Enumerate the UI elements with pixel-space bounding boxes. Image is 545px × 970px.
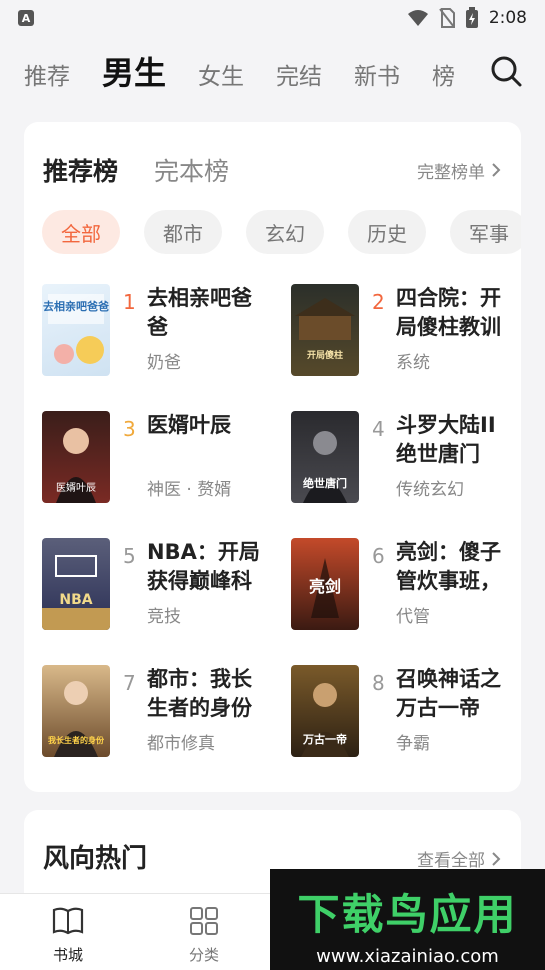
- battery-charging-icon: [465, 7, 478, 28]
- nav-category-label: 分类: [188, 946, 219, 964]
- book-tag: 都市修真: [147, 734, 215, 754]
- nav-bookstore-label: 书城: [52, 946, 83, 964]
- cover-title: 万古一帝: [302, 732, 347, 746]
- tab-female[interactable]: 女生: [198, 57, 244, 91]
- rank-number: 6: [372, 544, 385, 568]
- rank-number: 2: [372, 290, 385, 314]
- nav-bookstore[interactable]: 书城: [28, 906, 108, 965]
- book-tag: 代管: [396, 607, 430, 627]
- book-cover: 去相亲吧爸爸: [42, 284, 110, 376]
- cover-art: 医婿叶辰: [56, 428, 96, 503]
- tab-ranking[interactable]: 榜: [432, 57, 455, 91]
- tab-finished-ranking[interactable]: 完本榜: [154, 152, 229, 188]
- book-item[interactable]: 万古一帝 8 召唤神话之万古一帝 争霸: [291, 665, 521, 757]
- rank-number: 8: [372, 671, 385, 695]
- book-cover: NBA: [42, 538, 110, 630]
- rank-number: 5: [123, 544, 136, 568]
- book-item[interactable]: 开局傻柱 2 四合院：开局傻柱教训 系统: [291, 284, 521, 376]
- watermark-url: www.xiazainiao.com: [316, 946, 499, 967]
- nav-category[interactable]: 分类: [164, 906, 244, 965]
- cover-art: 开局傻柱: [295, 298, 355, 361]
- cover-art: 亮剑: [309, 558, 341, 618]
- clock: 2:08: [488, 8, 527, 28]
- category-chips: 全部 都市 玄幻 历史 军事: [42, 210, 521, 254]
- book-tag: 传统玄幻: [396, 480, 464, 500]
- hot-trends-title: 风向热门: [43, 844, 148, 874]
- book-tag: 竞技: [147, 607, 181, 627]
- book-tag: 争霸: [396, 734, 430, 754]
- rank-number: 1: [123, 290, 136, 314]
- book-item[interactable]: 我长生者的身份 7 都市：我长生者的身份 都市修真: [42, 665, 272, 757]
- book-cover: 开局傻柱: [291, 284, 359, 376]
- book-item[interactable]: NBA 5 NBA：开局获得巅峰科 竞技: [42, 538, 272, 630]
- book-tag: 神医 · 赘婿: [147, 480, 232, 500]
- ranking-header: 推荐榜 完本榜 完整榜单: [43, 150, 501, 190]
- chip-urban[interactable]: 都市: [144, 210, 222, 254]
- rank-number: 4: [372, 417, 385, 441]
- full-ranking-label: 完整榜单: [417, 162, 485, 183]
- channel-tabs: 推荐 男生 女生 完结 新书 榜: [0, 48, 470, 94]
- cover-art: 我长生者的身份: [48, 681, 105, 757]
- tab-recommend-ranking[interactable]: 推荐榜: [43, 152, 118, 188]
- cover-title: 绝世唐门: [303, 476, 347, 490]
- book-tag: 奶爸: [147, 353, 181, 373]
- book-item[interactable]: 绝世唐门 4 斗罗大陆II绝世唐门 传统玄幻: [291, 411, 521, 503]
- tab-male[interactable]: 男生: [102, 48, 166, 94]
- book-title: 都市：我长生者的身份: [147, 667, 252, 720]
- wifi-icon: [407, 10, 428, 26]
- grid-icon: [190, 907, 218, 935]
- cover-art: NBA: [42, 555, 110, 630]
- cover-title: 我长生者的身份: [48, 735, 105, 745]
- tab-recommend[interactable]: 推荐: [24, 57, 70, 91]
- no-sim-icon: [439, 8, 455, 28]
- chip-fantasy[interactable]: 玄幻: [246, 210, 324, 254]
- book-title: 亮剑：傻子管炊事班，: [396, 540, 501, 593]
- chip-military[interactable]: 军事: [450, 210, 521, 254]
- chevron-right-icon: [492, 851, 501, 866]
- book-title: 去相亲吧爸爸: [147, 286, 252, 339]
- tab-new-books[interactable]: 新书: [354, 57, 400, 91]
- book-cover: 我长生者的身份: [42, 665, 110, 757]
- watermark-title: 下载鸟应用: [297, 890, 518, 939]
- book-title: 四合院：开局傻柱教训: [396, 286, 501, 339]
- status-bar: A 2:08: [0, 0, 545, 36]
- tab-finished[interactable]: 完结: [276, 57, 322, 91]
- cover-title: 亮剑: [309, 577, 341, 596]
- book-title: 斗罗大陆II绝世唐门: [396, 413, 496, 466]
- app-badge-icon: A: [18, 10, 34, 26]
- book-cover: 绝世唐门: [291, 411, 359, 503]
- book-cover: 万古一帝: [291, 665, 359, 757]
- full-ranking-link[interactable]: 完整榜单: [417, 158, 501, 183]
- watermark-banner: 下载鸟应用 www.xiazainiao.com: [270, 869, 545, 970]
- book-title: 医婿叶辰: [147, 413, 231, 437]
- top-nav: 推荐 男生 女生 完结 新书 榜: [0, 42, 545, 100]
- status-icons: 2:08: [407, 7, 527, 29]
- book-cover: 亮剑: [291, 538, 359, 630]
- cover-art: 去相亲吧爸爸: [43, 294, 109, 364]
- book-item[interactable]: 去相亲吧爸爸 1 去相亲吧爸爸 奶爸: [42, 284, 272, 376]
- cover-art: 万古一帝: [301, 683, 349, 757]
- book-item[interactable]: 亮剑 6 亮剑：傻子管炊事班， 代管: [291, 538, 521, 630]
- cover-title: NBA: [59, 592, 92, 608]
- cover-art: 绝世唐门: [303, 431, 347, 503]
- cover-title: 医婿叶辰: [56, 481, 96, 494]
- cover-title: 开局傻柱: [307, 349, 343, 361]
- cover-title: 去相亲吧爸爸: [43, 299, 109, 313]
- book-cover: 医婿叶辰: [42, 411, 110, 503]
- book-title: 召唤神话之万古一帝: [396, 667, 501, 720]
- view-all-link[interactable]: 查看全部: [417, 846, 501, 871]
- book-tag: 系统: [396, 353, 430, 373]
- book-item[interactable]: 医婿叶辰 3 医婿叶辰 神医 · 赘婿: [42, 411, 272, 503]
- chip-all[interactable]: 全部: [42, 210, 120, 254]
- search-icon[interactable]: [489, 54, 523, 88]
- book-icon: [52, 907, 84, 935]
- book-title: NBA：开局获得巅峰科: [147, 540, 260, 593]
- rank-number: 3: [123, 417, 136, 441]
- ranking-card: 推荐榜 完本榜 完整榜单 全部 都市 玄幻 历史 军事 去相亲吧爸爸 1 去相亲…: [24, 122, 521, 792]
- rank-number: 7: [123, 671, 136, 695]
- view-all-label: 查看全部: [417, 851, 485, 871]
- chip-history[interactable]: 历史: [348, 210, 426, 254]
- chevron-right-icon: [492, 163, 501, 177]
